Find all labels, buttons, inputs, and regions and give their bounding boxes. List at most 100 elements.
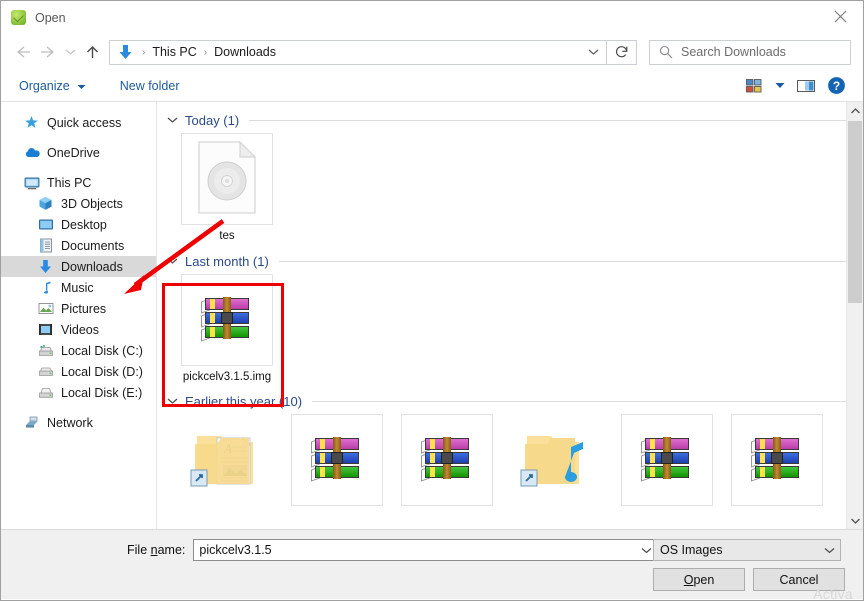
cancel-button-label: Cancel (779, 572, 819, 587)
winrar-archive-icon (311, 437, 363, 483)
sidebar-item-onedrive[interactable]: OneDrive (1, 142, 156, 163)
organize-label: Organize (19, 78, 70, 93)
breadcrumb-separator: › (203, 46, 208, 58)
green-app-icon (11, 10, 26, 25)
sidebar-item-desktop[interactable]: Desktop (1, 214, 156, 235)
file-thumbnail (731, 414, 823, 506)
forward-arrow-icon[interactable] (35, 39, 61, 65)
scrollbar-thumb[interactable] (848, 121, 862, 303)
sidebar-item-label: Videos (61, 322, 99, 337)
navigation-sidebar: Quick access OneDrive This PC 3D Objects… (1, 102, 156, 529)
sidebar-item-music[interactable]: Music (1, 277, 156, 298)
command-bar: Organize New folder ? (1, 70, 863, 102)
breadcrumb-item-downloads[interactable]: Downloads (211, 45, 279, 59)
recent-locations-chevron-down-icon[interactable] (61, 39, 79, 65)
file-item[interactable] (721, 414, 833, 510)
sidebar-item-local-disk-c[interactable]: Local Disk (C:) (1, 340, 156, 361)
group-header-earlier-this-year[interactable]: Earlier this year (10) (157, 392, 863, 410)
chevron-down-icon[interactable] (167, 397, 178, 405)
desktop-icon (37, 216, 54, 233)
filename-label: File name: (127, 543, 185, 557)
videos-icon (37, 321, 54, 338)
file-item[interactable] (391, 414, 503, 510)
folder-document-shortcut-icon: A (187, 422, 267, 499)
dialog-body: Quick access OneDrive This PC 3D Objects… (1, 102, 863, 529)
dialog-footer: File name: pickcelv3.1.5 OS Images Open … (1, 529, 863, 600)
search-input[interactable]: Search Downloads (649, 39, 851, 65)
sidebar-item-3d-objects[interactable]: 3D Objects (1, 193, 156, 214)
file-row: A (157, 414, 863, 510)
sidebar-item-pictures[interactable]: Pictures (1, 298, 156, 319)
vertical-scrollbar[interactable] (846, 102, 863, 529)
sidebar-item-local-disk-e[interactable]: Local Disk (E:) (1, 382, 156, 403)
breadcrumb-item-this-pc[interactable]: This PC (149, 45, 199, 59)
search-icon (659, 45, 673, 59)
view-options-icon[interactable] (739, 74, 769, 98)
file-item[interactable] (611, 414, 723, 510)
sidebar-item-label: Quick access (47, 115, 122, 130)
folder-music-shortcut-icon (517, 422, 597, 499)
chevron-down-icon[interactable] (167, 257, 178, 265)
file-thumbnail (621, 414, 713, 506)
scroll-down-icon[interactable] (847, 512, 863, 529)
refresh-icon[interactable] (607, 39, 637, 65)
downloads-arrow-icon (37, 258, 54, 275)
close-icon[interactable] (817, 1, 863, 32)
group-header-today[interactable]: Today (1) (157, 111, 863, 129)
file-item[interactable] (501, 414, 613, 510)
group-header-last-month[interactable]: Last month (1) (157, 252, 863, 270)
sidebar-item-quick-access[interactable]: Quick access (1, 112, 156, 133)
local-disk-icon (37, 342, 54, 359)
view-options-chevron-down-icon[interactable] (769, 74, 791, 98)
sidebar-item-local-disk-d[interactable]: Local Disk (D:) (1, 361, 156, 382)
file-thumbnail: A (181, 414, 273, 506)
sidebar-item-videos[interactable]: Videos (1, 319, 156, 340)
file-item[interactable]: A (171, 414, 283, 510)
file-type-chevron-down-icon[interactable] (818, 547, 840, 554)
file-thumbnail (181, 274, 273, 366)
file-item-pickcelv315img[interactable]: pickcelv3.1.5.img (171, 274, 283, 384)
organize-button[interactable]: Organize (11, 75, 94, 97)
filename-label-part: File (127, 543, 151, 557)
pictures-icon (37, 300, 54, 317)
file-thumbnail (401, 414, 493, 506)
breadcrumb-separator: › (142, 46, 146, 58)
file-thumbnail (511, 414, 603, 506)
file-item[interactable] (281, 414, 393, 510)
command-bar-right: ? (739, 74, 851, 98)
file-label: tes (219, 230, 235, 242)
open-label-accesskey: O (683, 572, 694, 587)
new-folder-button[interactable]: New folder (112, 75, 188, 97)
scroll-up-icon[interactable] (847, 102, 863, 119)
sidebar-item-label: Documents (61, 238, 125, 253)
filename-input[interactable]: pickcelv3.1.5 (193, 539, 659, 561)
local-disk-icon (37, 363, 54, 380)
open-button[interactable]: Open (653, 568, 745, 591)
filename-label-part: ame: (157, 543, 186, 557)
sidebar-item-this-pc[interactable]: This PC (1, 172, 156, 193)
file-list[interactable]: Today (1) tes Last month (1) pickcelv3.1… (156, 102, 863, 529)
sidebar-item-downloads[interactable]: Downloads (1, 256, 156, 277)
winrar-archive-icon (751, 437, 803, 483)
address-dropdown-chevron-down-icon[interactable] (580, 41, 606, 64)
back-arrow-icon[interactable] (9, 39, 35, 65)
file-label: pickcelv3.1.5.img (182, 371, 272, 383)
up-arrow-icon[interactable] (79, 39, 105, 65)
star-icon (23, 114, 40, 131)
file-item-tes[interactable]: tes (171, 133, 283, 243)
sidebar-item-documents[interactable]: Documents (1, 235, 156, 256)
preview-pane-icon[interactable] (791, 74, 821, 98)
help-icon[interactable]: ? (821, 74, 851, 98)
file-thumbnail (291, 414, 383, 506)
file-type-select[interactable]: OS Images (653, 539, 841, 561)
sidebar-item-network[interactable]: Network (1, 412, 156, 433)
sidebar-item-label: Pictures (61, 301, 107, 316)
svg-text:?: ? (832, 79, 839, 93)
address-bar[interactable]: › This PC › Downloads (109, 39, 607, 65)
file-type-value: OS Images (660, 543, 723, 557)
monitor-icon (23, 174, 40, 191)
chevron-down-icon[interactable] (167, 116, 178, 124)
